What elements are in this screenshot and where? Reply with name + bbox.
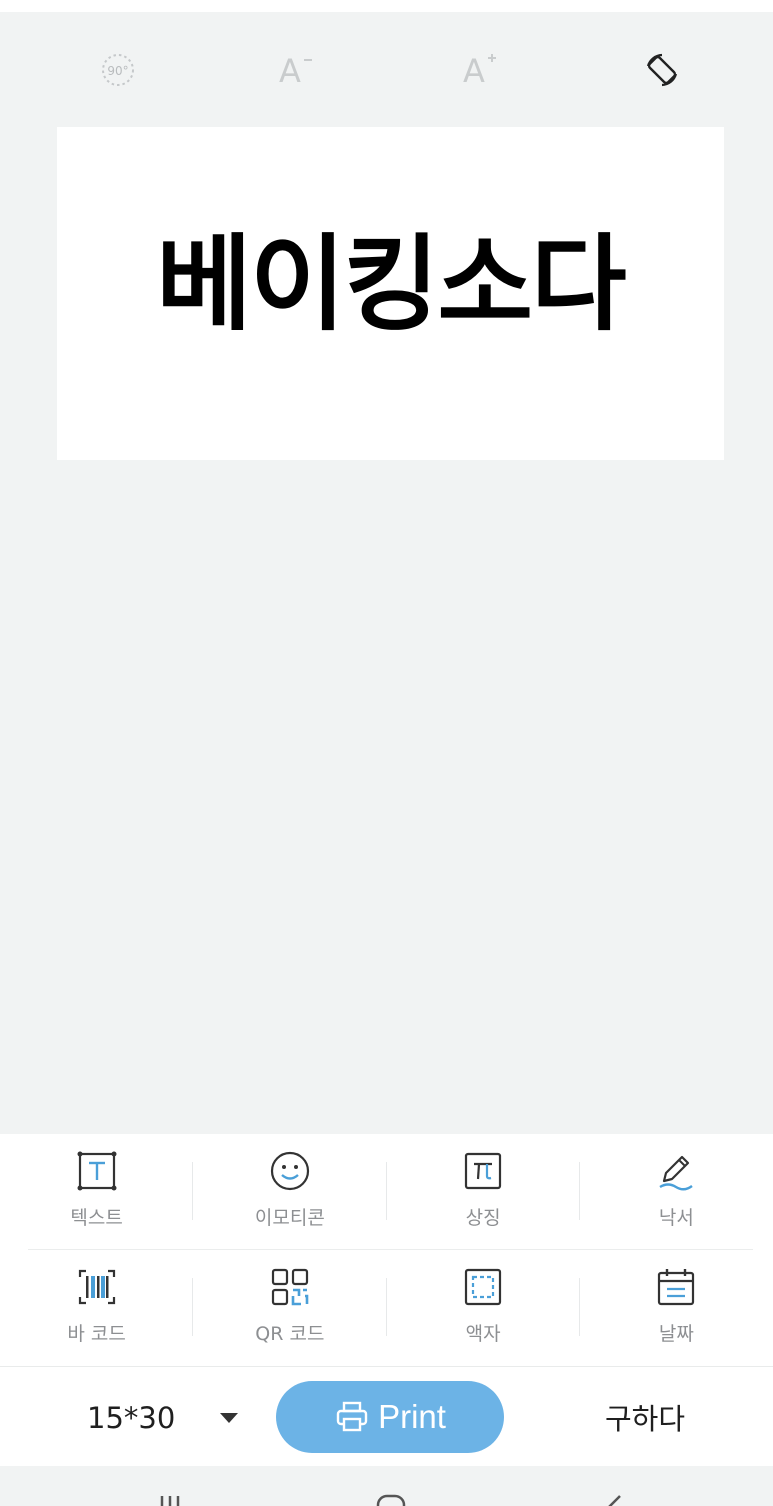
rotate-screen-button[interactable] <box>632 40 692 100</box>
symbol-tool[interactable]: 상징 <box>387 1134 581 1250</box>
recent-apps-icon[interactable] <box>156 1494 196 1506</box>
svg-text:A: A <box>279 52 301 90</box>
rotate-90-button[interactable]: 90° <box>88 40 148 100</box>
text-box-icon <box>77 1151 117 1191</box>
doodle-tool[interactable]: 낙서 <box>580 1134 773 1250</box>
font-increase-icon: A <box>463 52 496 90</box>
date-tool-label: 날짜 <box>658 1323 694 1345</box>
frame-icon <box>465 1268 502 1306</box>
qr-code-icon <box>271 1268 309 1306</box>
qr-code-tool[interactable]: QR 코드 <box>193 1250 387 1366</box>
label-size-value: 15*30 <box>87 1401 176 1435</box>
print-button[interactable]: Print <box>276 1381 504 1453</box>
symbol-tool-label: 상징 <box>465 1207 501 1229</box>
system-nav-bar <box>0 1466 773 1506</box>
buy-button[interactable]: 구하다 <box>580 1387 710 1447</box>
label-size-dropdown[interactable]: 15*30 <box>60 1393 260 1443</box>
doodle-tool-label: 낙서 <box>658 1207 694 1229</box>
pencil-icon <box>659 1155 694 1191</box>
print-button-label: Print <box>378 1398 446 1435</box>
action-bar: 15*30 Print 구하다 <box>0 1366 773 1467</box>
date-tool[interactable]: 날짜 <box>580 1250 773 1366</box>
emoji-tool[interactable]: 이모티콘 <box>193 1134 387 1250</box>
label-text-object[interactable]: 베이킹소다 <box>156 232 626 336</box>
emoji-tool-label: 이모티콘 <box>254 1207 325 1229</box>
text-tool[interactable]: 텍스트 <box>0 1134 194 1250</box>
label-canvas[interactable]: 베이킹소다 <box>57 127 724 460</box>
tool-row-2: 바 코드 QR 코드 액자 날짜 <box>0 1250 773 1366</box>
pi-symbol-icon <box>465 1152 502 1190</box>
text-tool-label: 텍스트 <box>70 1207 123 1229</box>
frame-tool[interactable]: 액자 <box>387 1250 581 1366</box>
calendar-icon <box>658 1269 695 1306</box>
barcode-icon <box>78 1269 115 1305</box>
frame-tool-label: 액자 <box>465 1323 501 1345</box>
tools-panel: 텍스트 이모티콘 상징 낙서 바 코드 QR 코드 액자 날짜 <box>0 1134 773 1366</box>
font-decrease-icon: A <box>279 52 312 90</box>
back-icon[interactable] <box>602 1494 642 1506</box>
tool-row-1: 텍스트 이모티콘 상징 낙서 <box>0 1134 773 1250</box>
barcode-tool[interactable]: 바 코드 <box>0 1250 194 1366</box>
qr-code-tool-label: QR 코드 <box>255 1323 325 1345</box>
rotate-90-icon: 90° <box>102 54 134 86</box>
caret-down-icon <box>220 1413 238 1423</box>
svg-text:A: A <box>463 52 485 90</box>
barcode-tool-label: 바 코드 <box>67 1323 126 1345</box>
font-decrease-button[interactable]: A <box>266 40 326 100</box>
smiley-icon <box>270 1151 309 1191</box>
printer-icon <box>336 1401 368 1432</box>
top-toolbar: 90° A A <box>0 40 773 100</box>
status-bar-strip <box>0 0 773 12</box>
svg-text:90°: 90° <box>107 64 128 78</box>
rotate-screen-icon <box>646 53 678 87</box>
font-increase-button[interactable]: A <box>450 40 510 100</box>
home-icon[interactable] <box>372 1494 412 1506</box>
